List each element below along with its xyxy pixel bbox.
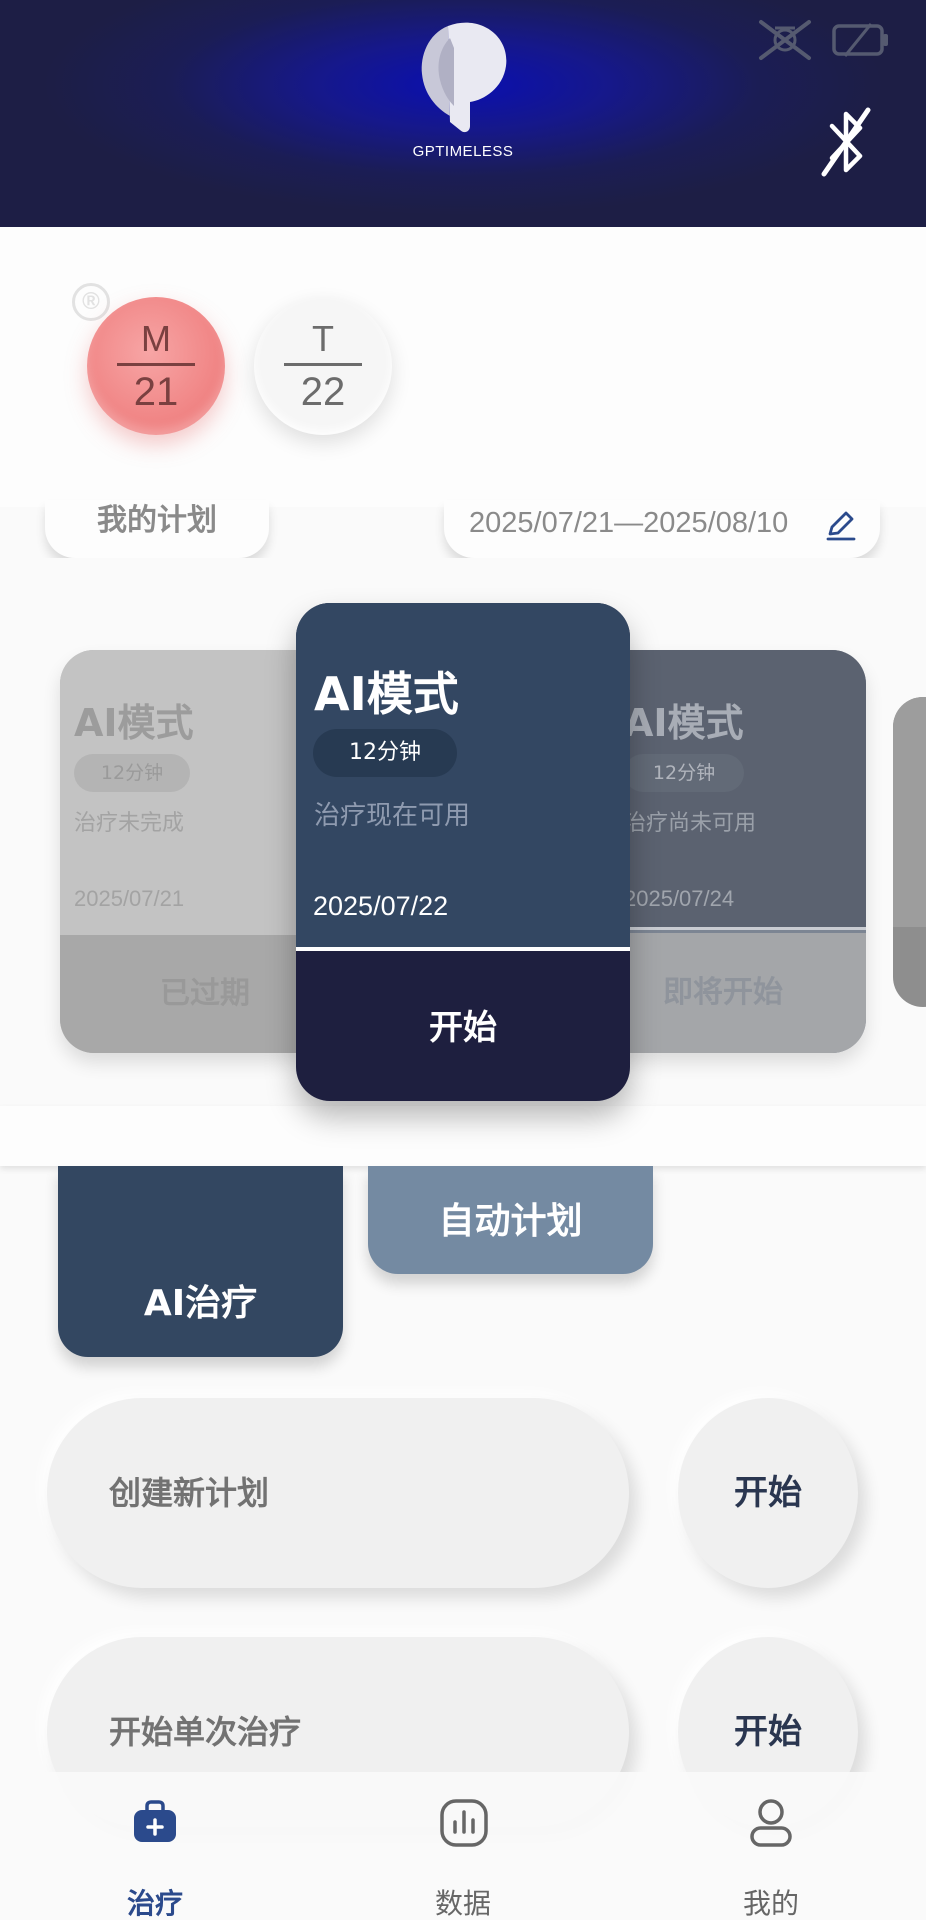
create-plan-label: 创建新计划 [109, 1474, 270, 1512]
card-title: AI模式 [314, 667, 459, 721]
app-logo [421, 22, 507, 133]
nav-mine-label: 我的 [742, 1887, 799, 1920]
card-status: 治疗现在可用 [314, 801, 471, 831]
day-tuesday[interactable]: T 22 [254, 297, 392, 435]
card-date: 2025/07/22 [313, 891, 449, 921]
card-date: 2025/07/24 [624, 886, 735, 911]
auto-plan-label: 自动计划 [438, 1201, 583, 1242]
create-plan-start-button[interactable]: 开始 [678, 1398, 858, 1588]
nav-data-label: 数据 [434, 1887, 491, 1920]
session-card-next[interactable] [893, 697, 926, 1007]
ai-therapy-label: AI治疗 [143, 1283, 258, 1324]
nav-mine[interactable]: 我的 [671, 1772, 871, 1920]
bluetooth-off-icon[interactable] [818, 104, 874, 180]
ai-therapy-tab[interactable]: AI治疗 [58, 1166, 343, 1357]
card-body [893, 697, 926, 927]
session-card-today[interactable]: AI模式 12分钟 治疗现在可用 2025/07/22 开始 [296, 603, 630, 1101]
day-weekday: M [141, 317, 171, 359]
my-plan-tab[interactable]: 我的计划 [45, 500, 269, 558]
create-plan-row[interactable]: 创建新计划 [47, 1398, 629, 1588]
brand-name: GPTIMELESS [412, 143, 514, 160]
battery-empty-icon [832, 23, 888, 57]
stylus-off-icon [759, 20, 811, 60]
chart-icon [440, 1799, 488, 1847]
bottom-nav: 治疗 数据 我的 [0, 1772, 926, 1920]
start-session-button[interactable]: 开始 [296, 955, 630, 1101]
day-date: 21 [133, 369, 179, 414]
profile-icon [750, 1799, 792, 1847]
day-date: 22 [300, 369, 346, 414]
medical-bag-icon [134, 1800, 176, 1842]
app-header: GPTIMELESS [0, 0, 926, 227]
nav-treatment-label: 治疗 [126, 1887, 183, 1920]
date-range-text: 2025/07/21—2025/08/10 [469, 507, 789, 539]
status-icons [753, 18, 891, 62]
card-title: AI模式 [74, 701, 194, 745]
card-status: 治疗未完成 [74, 811, 185, 836]
day-divider [284, 362, 362, 366]
card-title: AI模式 [624, 701, 744, 745]
plan-date-range[interactable]: 2025/07/21—2025/08/10 [444, 500, 880, 558]
card-status: 治疗尚未可用 [624, 811, 757, 836]
edit-icon[interactable] [824, 508, 858, 542]
duration-badge: 12分钟 [313, 729, 457, 777]
carousel-footer [0, 1106, 926, 1166]
auto-plan-tab[interactable]: 自动计划 [368, 1166, 653, 1274]
nav-data[interactable]: 数据 [363, 1772, 563, 1920]
day-divider [117, 362, 195, 366]
day-monday[interactable]: M 21 [87, 297, 225, 435]
registered-mark: ® [72, 283, 110, 321]
card-date: 2025/07/21 [74, 886, 185, 911]
day-weekday: T [312, 317, 334, 359]
nav-treatment[interactable]: 治疗 [55, 1772, 255, 1920]
duration-badge: 12分钟 [74, 754, 190, 792]
duration-badge: 12分钟 [624, 754, 744, 792]
